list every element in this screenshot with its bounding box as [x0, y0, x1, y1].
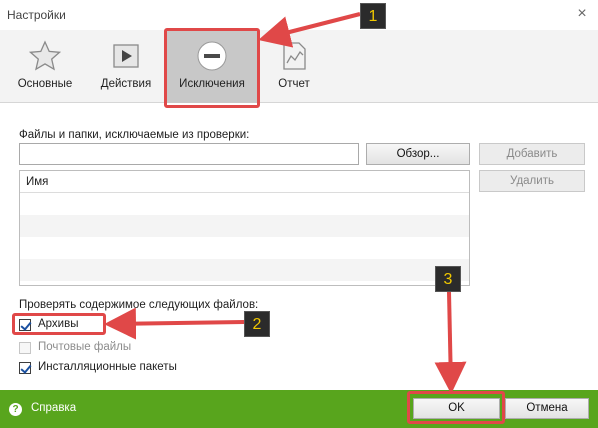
callout-badge-2: 2 — [244, 311, 270, 337]
arrow-1 — [258, 12, 361, 48]
arrow-2 — [104, 307, 245, 340]
arrow-3 — [434, 291, 467, 394]
callout-badge-1: 1 — [360, 3, 386, 29]
callout-badge-3: 3 — [435, 266, 461, 292]
callout-arrows — [104, 12, 467, 394]
